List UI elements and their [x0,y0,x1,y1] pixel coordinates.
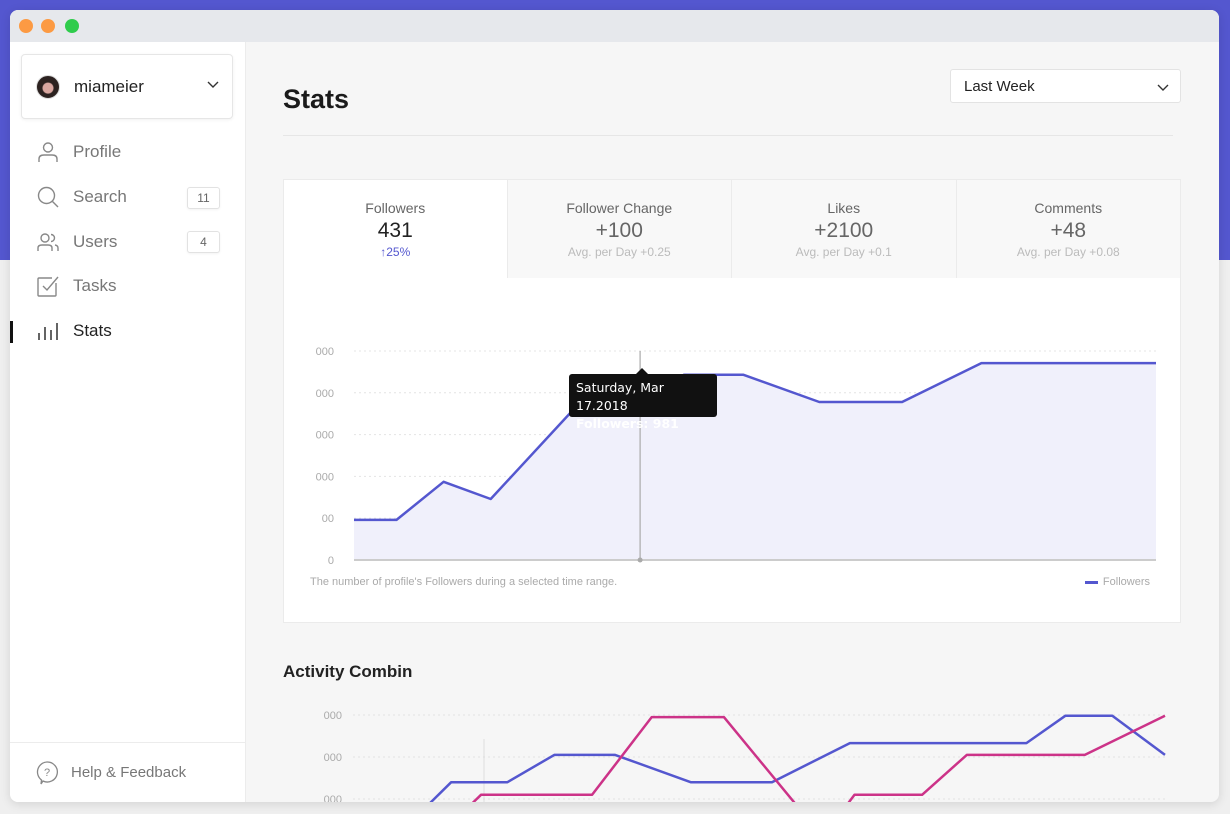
title-bar [10,10,1219,42]
help-feedback-label: Help & Feedback [71,764,187,781]
stat-value: +2100 [814,219,874,242]
search-icon [37,186,59,208]
header-divider [283,135,1173,136]
chart-legend: Followers [1084,576,1150,588]
task-checkbox-icon [37,276,59,298]
activity-chart[interactable]: 000 000 000 [246,682,1219,802]
tab-comments[interactable]: Comments +48 Avg. per Day +0.08 [956,179,1181,279]
svg-text:?: ? [44,767,50,779]
app-window: miameier Profile Search 11 Users 4 Tasks [10,10,1219,802]
y-tick-label: 000 [316,346,334,358]
y-tick-label: 000 [324,794,342,802]
minimize-window-button[interactable] [41,19,55,33]
stat-tabs: Followers 431 ↑25% Follower Change +100 … [283,179,1181,279]
y-tick-label: 0 [328,555,334,567]
y-tick-label: 00 [322,513,334,525]
stat-label: Comments [1034,200,1103,216]
help-feedback-link[interactable]: ? Help & Feedback [10,742,246,802]
sidebar-item-users[interactable]: Users 4 [10,219,246,264]
time-range-select[interactable]: Last Week [950,69,1181,103]
y-tick-label: 000 [324,710,342,722]
bar-chart-icon [38,323,58,341]
y-tick-label: 000 [316,388,334,400]
users-icon [37,233,59,251]
stat-label: Follower Change [566,200,673,216]
y-tick-label: 000 [316,471,334,483]
sidebar-item-label: Users [73,231,118,251]
count-badge: 11 [187,186,220,209]
stat-value: 431 [377,219,413,242]
sidebar-item-label: Search [73,187,127,207]
legend-swatch [1084,580,1098,584]
y-tick-label: 000 [316,430,334,442]
main-content: Stats Last Week Followers 431 ↑25% Follo… [246,42,1219,802]
sidebar-item-search[interactable]: Search 11 [10,175,246,220]
stat-label: Followers [365,200,426,216]
stat-value: +48 [1050,219,1087,242]
chart-caption: The number of profile's Followers during… [310,576,618,588]
chevron-down-icon [1157,84,1169,91]
stat-average: Avg. per Day +0.1 [795,245,892,259]
series-magenta-line [471,714,1166,802]
series-blue-line [429,714,1166,802]
chart-tooltip: Saturday, Mar 17.2018 Followers: 981 [569,368,717,431]
section-title: Activity Combin [283,662,413,681]
tooltip-date: Saturday, Mar 17.2018 [576,380,664,413]
time-range-value: Last Week [964,77,1035,95]
account-switcher[interactable]: miameier [21,54,233,119]
chevron-down-icon [207,81,219,88]
tab-follower-change[interactable]: Follower Change +100 Avg. per Day +0.25 [507,179,732,279]
sidebar-item-stats[interactable]: Stats [10,309,246,354]
help-icon: ? [36,760,58,784]
avatar [36,74,60,99]
sidebar-item-tasks[interactable]: Tasks [10,264,246,309]
legend-label: Followers [1102,576,1150,588]
followers-chart-card: 0000000000000001 mar2mar3 mar4 mar5 mar6… [283,278,1181,623]
sidebar-nav: Profile Search 11 Users 4 Tasks Stats [10,130,246,353]
crosshair-foot [637,557,643,563]
page-title: Stats [283,84,350,114]
sidebar-item-label: Stats [73,321,112,341]
maximize-window-button[interactable] [65,19,79,33]
tooltip-value: Followers: 981 [576,416,679,431]
account-username: miameier [74,76,144,96]
stat-change: ↑25% [380,245,411,259]
count-badge: 4 [187,231,220,254]
sidebar: miameier Profile Search 11 Users 4 Tasks [10,42,246,802]
sidebar-item-profile[interactable]: Profile [10,130,246,175]
tab-followers[interactable]: Followers 431 ↑25% [283,179,508,279]
followers-chart[interactable]: 0000000000000001 mar2mar3 mar4 mar5 mar6… [284,278,1182,582]
sidebar-item-label: Profile [73,142,122,162]
stat-average: Avg. per Day +0.25 [567,245,671,259]
stat-value: +100 [595,219,643,242]
stat-average: Avg. per Day +0.08 [1016,245,1120,259]
y-tick-label: 000 [324,752,342,764]
sidebar-item-label: Tasks [73,276,117,296]
close-window-button[interactable] [19,19,33,33]
user-icon [38,142,58,163]
tab-likes[interactable]: Likes +2100 Avg. per Day +0.1 [732,179,957,279]
stat-label: Likes [827,200,861,216]
